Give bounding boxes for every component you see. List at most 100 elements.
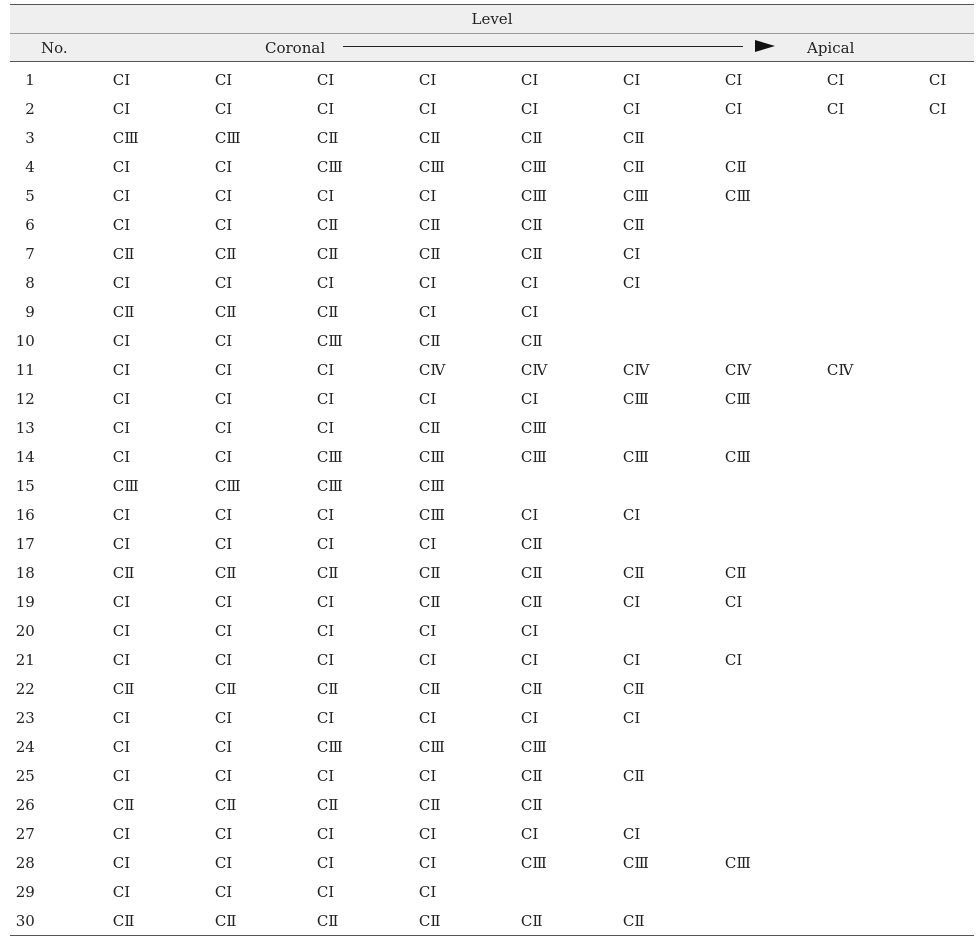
level-header-label: Level [471, 10, 513, 28]
level-cell: CⅡ [418, 331, 441, 350]
row-number: 14 [15, 447, 35, 466]
level-cell: CⅠ [112, 186, 131, 205]
level-cell [668, 761, 770, 790]
level-cell: CⅡ [622, 157, 645, 176]
table-row: 24 CⅠ CⅠ CⅢ CⅢ CⅢ [10, 732, 974, 761]
table-row: 1 CⅠ CⅠ CⅠ CⅠ CⅠ CⅠ CⅠ CⅠ CⅠ [10, 65, 974, 94]
level-cell [872, 877, 974, 906]
level-cell: CⅡ [520, 128, 543, 147]
level-cell: CⅡ [418, 679, 441, 698]
level-cell: CⅡ [316, 244, 339, 263]
table-row: 12 CⅠ CⅠ CⅠ CⅠ CⅠ CⅢ CⅢ [10, 384, 974, 413]
level-cell: CⅡ [112, 795, 135, 814]
level-cell [668, 877, 770, 906]
level-cell: CⅠ [418, 273, 437, 292]
level-cell: CⅣ [826, 360, 854, 379]
level-cell [872, 442, 974, 471]
level-cell: CⅡ [520, 592, 543, 611]
level-cell [872, 732, 974, 761]
level-cell [566, 616, 668, 645]
level-cell: CⅣ [520, 360, 548, 379]
row-number: 3 [25, 128, 35, 147]
level-cell: CⅢ [418, 476, 445, 495]
row-number: 17 [15, 534, 35, 553]
level-cell: CⅠ [826, 99, 845, 118]
row-number: 26 [15, 795, 35, 814]
level-cell: CⅠ [520, 505, 539, 524]
level-cell [668, 239, 770, 268]
level-cell: CⅠ [214, 853, 233, 872]
level-cell [872, 471, 974, 500]
row-number: 25 [15, 766, 35, 785]
level-cell: CⅠ [622, 650, 641, 669]
level-cell [464, 877, 566, 906]
level-cell [872, 558, 974, 587]
level-cell: CⅡ [418, 911, 441, 930]
level-cell: CⅠ [418, 99, 437, 118]
level-cell: CⅠ [316, 70, 335, 89]
level-cell: CⅠ [214, 708, 233, 727]
level-cell [566, 326, 668, 355]
level-cell: CⅠ [316, 273, 335, 292]
level-cell [770, 239, 872, 268]
row-number: 19 [15, 592, 35, 611]
level-cell [872, 529, 974, 558]
level-cell: CⅡ [520, 215, 543, 234]
level-cell: CⅡ [214, 911, 237, 930]
level-cell: CⅢ [724, 186, 751, 205]
row-number: 16 [15, 505, 35, 524]
level-cell: CⅠ [316, 621, 335, 640]
level-cell: CⅠ [214, 360, 233, 379]
level-cell [566, 877, 668, 906]
level-cell [668, 906, 770, 935]
level-cell: CⅠ [418, 650, 437, 669]
level-cell: CⅢ [724, 853, 751, 872]
level-cell: CⅡ [520, 534, 543, 553]
level-cell: CⅠ [214, 882, 233, 901]
level-cell: CⅠ [520, 389, 539, 408]
table-row: 8 CⅠ CⅠ CⅠ CⅠ CⅠ CⅠ [10, 268, 974, 297]
table-row: 6 CⅠ CⅠ CⅡ CⅡ CⅡ CⅡ [10, 210, 974, 239]
level-cell [668, 123, 770, 152]
table-row: 14 CⅠ CⅠ CⅢ CⅢ CⅢ CⅢ CⅢ [10, 442, 974, 471]
level-cell: CⅡ [418, 592, 441, 611]
level-cell [872, 413, 974, 442]
level-cell [770, 123, 872, 152]
level-cell: CⅠ [112, 273, 131, 292]
level-cell: CⅠ [112, 447, 131, 466]
level-cell: CⅠ [418, 621, 437, 640]
row-number: 27 [15, 824, 35, 843]
level-cell: CⅠ [418, 389, 437, 408]
level-cell: CⅠ [214, 447, 233, 466]
level-cell [770, 587, 872, 616]
table-row: 25 CⅠ CⅠ CⅠ CⅠ CⅡ CⅡ [10, 761, 974, 790]
level-cell [566, 471, 668, 500]
level-cell [668, 616, 770, 645]
level-cell: CⅢ [418, 737, 445, 756]
level-cell: CⅠ [826, 70, 845, 89]
level-cell: CⅣ [418, 360, 446, 379]
level-cell [770, 152, 872, 181]
level-cell [770, 210, 872, 239]
level-cell [872, 790, 974, 819]
level-cell: CⅠ [622, 99, 641, 118]
level-cell: CⅠ [418, 302, 437, 321]
table-row: 17 CⅠ CⅠ CⅠ CⅠ CⅡ [10, 529, 974, 558]
level-cell: CⅠ [214, 650, 233, 669]
level-cell: CⅢ [520, 853, 547, 872]
table-row: 15 CⅢ CⅢ CⅢ CⅢ [10, 471, 974, 500]
coronal-to-apical-arrow-line [343, 46, 743, 47]
level-cell [872, 326, 974, 355]
level-cell [770, 616, 872, 645]
level-cell: CⅠ [214, 621, 233, 640]
level-cell: CⅠ [520, 70, 539, 89]
table-row: 28 CⅠ CⅠ CⅠ CⅠ CⅢ CⅢ CⅢ [10, 848, 974, 877]
row-number: 2 [25, 99, 35, 118]
level-cell [668, 790, 770, 819]
level-cell: CⅡ [214, 244, 237, 263]
level-cell: CⅠ [724, 650, 743, 669]
level-cell [770, 384, 872, 413]
table-row: 30 CⅡ CⅡ CⅡ CⅡ CⅡ CⅡ [10, 906, 974, 935]
level-cell: CⅢ [520, 418, 547, 437]
level-cell: CⅢ [316, 331, 343, 350]
